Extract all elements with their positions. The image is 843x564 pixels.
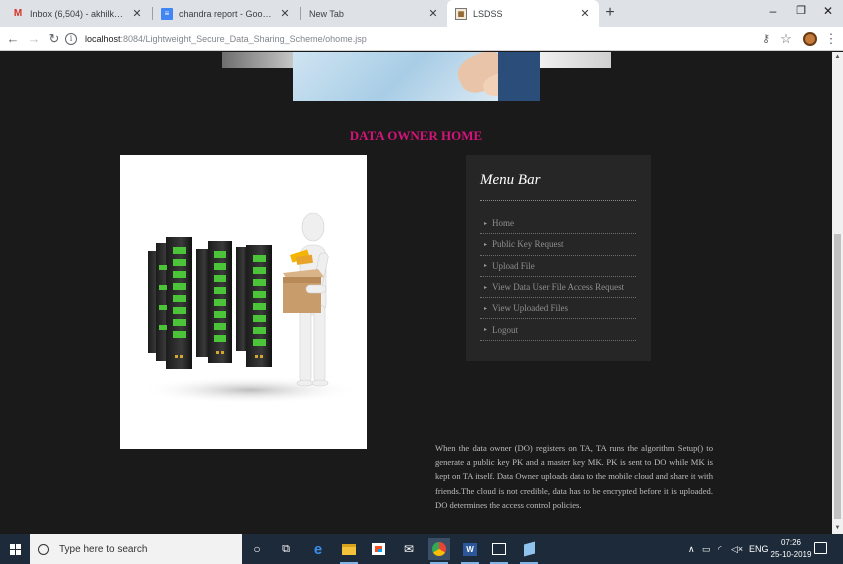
tab-gmail[interactable]: M Inbox (6,504) - akhilkanta@gmail ✕ — [4, 0, 151, 27]
browser-tab-strip: M Inbox (6,504) - akhilkanta@gmail ✕ ≡ c… — [0, 0, 843, 27]
menu-item-upload-file[interactable]: ▸ Upload File — [480, 256, 636, 277]
address-bar[interactable]: i localhost:8084/Lightweight_Secure_Data… — [65, 29, 755, 49]
browser-toolbar: ← → ↻ i localhost:8084/Lightweight_Secur… — [0, 27, 843, 51]
key-icon[interactable]: ⚷ — [757, 30, 775, 48]
bullet-icon: ▸ — [484, 263, 488, 270]
menu-item-public-key-request[interactable]: ▸ Public Key Request — [480, 234, 636, 256]
scroll-up-icon[interactable]: ▲ — [832, 52, 843, 63]
tray-chevron-icon[interactable]: ∧ — [688, 534, 695, 564]
menu-item-label[interactable]: View Uploaded Files — [492, 303, 568, 313]
menu-item-label[interactable]: Upload File — [492, 261, 535, 271]
clock-date: 25-10-2019 — [770, 550, 812, 559]
search-placeholder: Type here to search — [59, 543, 148, 555]
bullet-icon: ▸ — [484, 241, 488, 248]
server-rack-image — [140, 212, 360, 404]
bookmark-star-icon[interactable]: ☆ — [777, 30, 795, 48]
web-page: DATA OWNER HOME Menu Bar ▸ Home ▸ Public… — [0, 52, 832, 534]
cortana-icon[interactable]: ○ — [246, 538, 268, 560]
menu-list: ▸ Home ▸ Public Key Request ▸ Upload File ▸… — [480, 213, 636, 341]
scroll-thumb[interactable] — [834, 234, 841, 519]
profile-avatar[interactable] — [803, 32, 817, 46]
close-icon[interactable]: ✕ — [279, 7, 291, 20]
app-cube-icon[interactable] — [518, 538, 540, 564]
url-host: localhost — [85, 34, 121, 44]
menu-item-view-uploaded-files[interactable]: ▸ View Uploaded Files — [480, 298, 636, 320]
tab-google-docs[interactable]: ≡ chandra report - Google Docs ✕ — [153, 0, 299, 27]
close-icon[interactable]: ✕ — [427, 7, 439, 20]
edge-icon[interactable]: e — [307, 538, 329, 560]
bullet-icon: ▸ — [484, 327, 488, 334]
bullet-icon: ▸ — [484, 284, 488, 291]
gmail-icon: M — [13, 8, 23, 19]
menu-panel: Menu Bar ▸ Home ▸ Public Key Request ▸ Uplo… — [466, 155, 651, 361]
word-icon[interactable]: W — [459, 538, 481, 564]
store-icon[interactable] — [367, 538, 389, 560]
menu-item-label[interactable]: View Data User File Access Request — [492, 282, 624, 292]
menu-item-label[interactable]: Public Key Request — [492, 239, 564, 249]
close-icon[interactable]: ✕ — [579, 7, 591, 20]
mail-icon[interactable]: ✉ — [398, 538, 420, 560]
taskbar-clock[interactable]: 07:26 25-10-2019 — [766, 537, 816, 561]
forward-icon[interactable]: → — [25, 30, 43, 48]
menu-divider — [480, 200, 636, 201]
wifi-icon[interactable]: ◜ — [718, 534, 722, 564]
volume-icon[interactable]: ◁× — [731, 534, 743, 564]
back-icon[interactable]: ← — [4, 30, 22, 48]
battery-icon[interactable]: ▭ — [702, 534, 711, 564]
tab-title: New Tab — [309, 8, 344, 19]
windows-taskbar: Type here to search ○ ⧉ e ✉ W ∧ ▭ ◜ ◁× E… — [0, 534, 843, 564]
page-icon: ▦ — [455, 7, 467, 20]
task-view-icon[interactable]: ⧉ — [275, 538, 297, 560]
bullet-icon: ▸ — [484, 305, 488, 312]
photos-icon[interactable] — [488, 538, 510, 564]
menu-item-label[interactable]: Home — [492, 218, 514, 228]
file-explorer-icon[interactable] — [338, 538, 360, 564]
menu-item-label[interactable]: Logout — [492, 325, 518, 335]
reload-icon[interactable]: ↻ — [45, 30, 63, 48]
google-docs-icon: ≡ — [161, 7, 173, 20]
description-text: When the data owner (DO) registers on TA… — [435, 443, 713, 510]
banner-image — [293, 52, 540, 101]
clock-time: 07:26 — [780, 538, 802, 547]
bullet-icon: ▸ — [484, 220, 488, 227]
tab-title: Inbox (6,504) - akhilkanta@gmail — [30, 8, 127, 19]
menu-heading: Menu Bar — [480, 172, 541, 188]
close-icon[interactable]: ✕ — [131, 7, 143, 20]
page-title: DATA OWNER HOME — [349, 128, 483, 143]
chrome-icon[interactable] — [428, 538, 450, 564]
menu-item-view-access-request[interactable]: ▸ View Data User File Access Request — [480, 277, 636, 299]
restore-icon[interactable]: ❐ — [786, 0, 816, 24]
search-icon — [38, 543, 49, 555]
new-tab-button[interactable]: + — [601, 4, 619, 22]
menu-item-logout[interactable]: ▸ Logout — [480, 319, 636, 341]
tab-lsdss[interactable]: ▦ LSDSS ✕ — [447, 0, 599, 27]
tab-title: chandra report - Google Docs — [179, 8, 275, 19]
banner-edge-right — [540, 52, 611, 68]
server-illustration — [120, 155, 367, 449]
taskbar-search-box[interactable]: Type here to search — [30, 534, 242, 564]
notification-icon[interactable] — [814, 542, 827, 554]
page-scrollbar[interactable]: ▲ ▼ — [832, 52, 843, 534]
url-path: :8084/Lightweight_Secure_Data_Sharing_Sc… — [120, 34, 367, 44]
more-menu-icon[interactable]: ⋮ — [822, 30, 840, 48]
menu-item-home[interactable]: ▸ Home — [480, 213, 636, 235]
scroll-down-icon[interactable]: ▼ — [832, 523, 843, 534]
tab-new-tab[interactable]: New Tab ✕ — [301, 0, 447, 27]
site-info-icon[interactable]: i — [65, 33, 77, 45]
windows-start-icon[interactable] — [0, 534, 30, 564]
close-window-icon[interactable]: ✕ — [813, 0, 843, 24]
banner-edge-left — [222, 52, 294, 68]
tab-title: LSDSS — [473, 8, 503, 19]
minimize-icon[interactable]: – — [758, 0, 788, 24]
